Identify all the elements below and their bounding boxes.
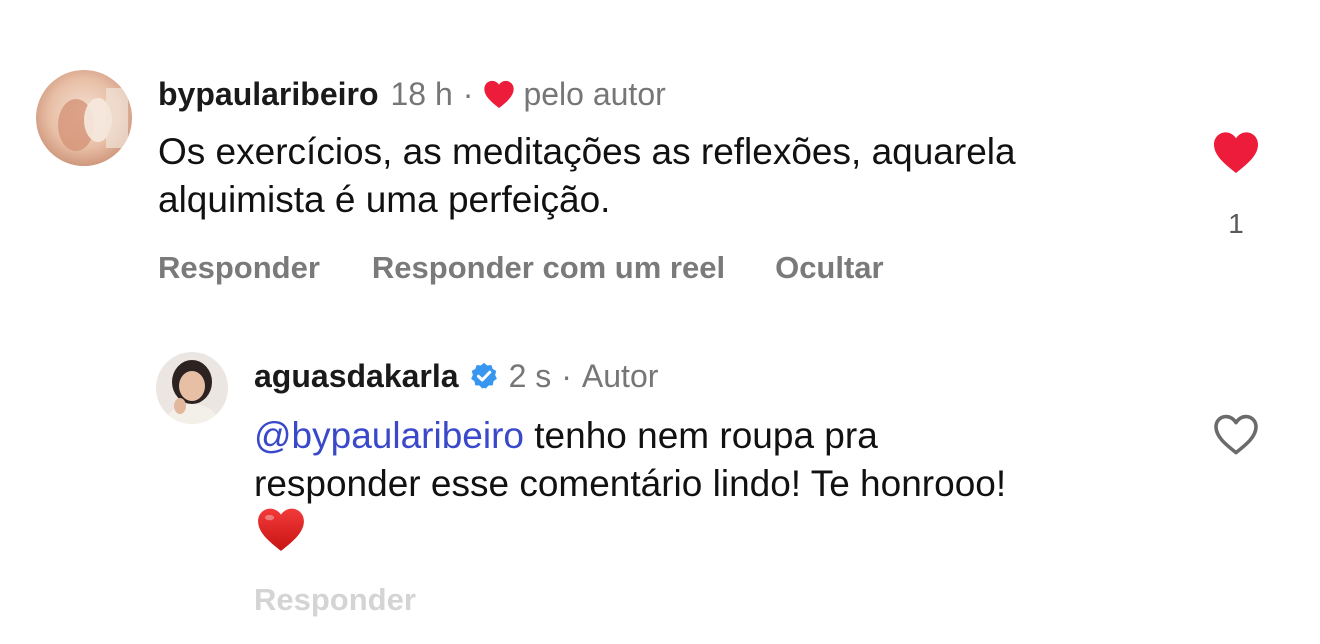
reply-text-line: @bypaularibeiro tenho nem roupa pra [254, 412, 1006, 460]
author-label: Autor [581, 358, 659, 394]
meta-separator: · [561, 358, 572, 394]
comment-text-line: alquimista é uma perfeição. [158, 179, 611, 220]
reply-with-reel-button[interactable]: Responder com um reel [372, 250, 725, 286]
meta-separator: · [462, 76, 474, 112]
liked-by-author-label: pelo autor [523, 76, 666, 112]
comment-meta: bypaularibeiro 18 h · pelo autor [158, 74, 666, 114]
comment-like-count[interactable]: 1 [1221, 208, 1251, 240]
reply-text: @bypaularibeiro tenho nem roupa pra resp… [254, 412, 1006, 508]
comment-like-button[interactable] [1212, 130, 1260, 179]
avatar-bypaularibeiro[interactable] [36, 70, 132, 166]
reply-time: 2 s [508, 358, 552, 394]
heart-filled-icon [483, 79, 515, 109]
comment-time: 18 h [390, 76, 453, 112]
comment-text-line: Os exercícios, as meditações as reflexõe… [158, 131, 1016, 172]
comment-text: Os exercícios, as meditações as reflexõe… [158, 128, 1016, 224]
reply-like-button[interactable] [1212, 412, 1260, 461]
reply-meta: aguasdakarla 2 s · Autor [254, 356, 658, 396]
mention-link[interactable]: @bypaularibeiro [254, 415, 524, 456]
verified-badge-icon [469, 361, 499, 391]
comment-username[interactable]: bypaularibeiro [158, 74, 379, 114]
red-heart-emoji: ❤️ [256, 506, 306, 557]
reply-button[interactable]: Responder [158, 250, 320, 286]
reply-text-fragment: tenho nem roupa pra [523, 415, 878, 456]
reply-username[interactable]: aguasdakarla [254, 356, 459, 396]
heart-filled-icon [1214, 132, 1258, 173]
comment-actions: Responder Responder com um reel Ocultar [158, 250, 884, 286]
reply-actions: Responder [254, 582, 416, 618]
reply-reply-button[interactable]: Responder [254, 582, 416, 618]
hide-button[interactable]: Ocultar [775, 250, 884, 286]
avatar-aguasdakarla[interactable] [156, 352, 228, 424]
reply-text-line: responder esse comentário lindo! Te honr… [254, 463, 1007, 504]
heart-outline-icon [1214, 414, 1258, 455]
